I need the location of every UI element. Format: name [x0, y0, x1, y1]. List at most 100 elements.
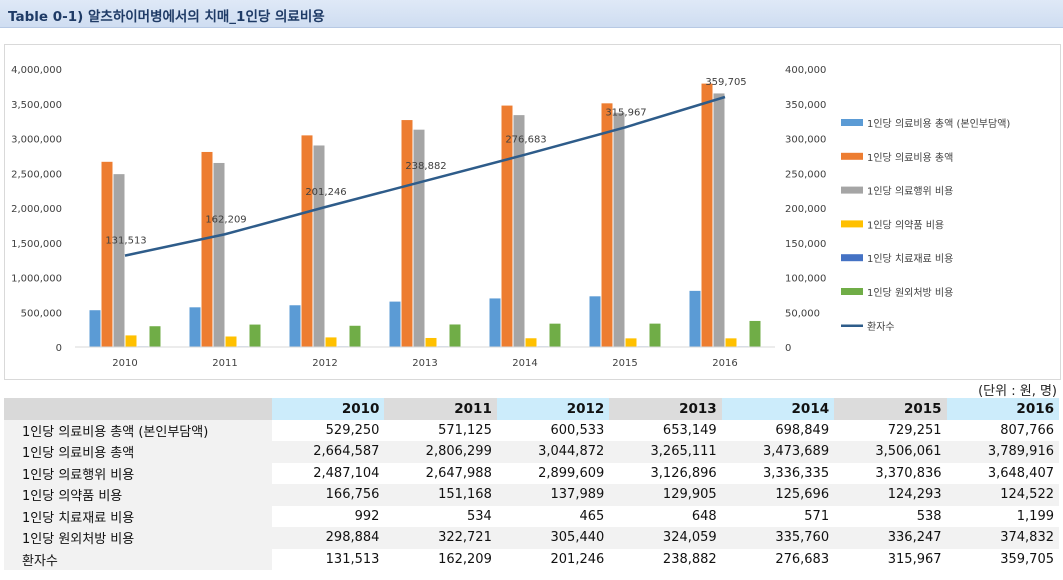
legend-label: 1인당 의료행위 비용 [867, 185, 953, 198]
table-header-row: 2010 2011 2012 2013 2014 2015 2016 [4, 398, 1059, 420]
x-tick-label: 2012 [312, 358, 337, 369]
bar [189, 307, 201, 347]
y-left-tick-label: 3,000,000 [11, 135, 62, 146]
table-row: 1인당 의료비용 총액 (본인부담액) 529,250 571,125 600,… [4, 419, 1059, 441]
bar [113, 174, 125, 347]
data-table: 2010 2011 2012 2013 2014 2015 2016 1인당 의… [4, 398, 1059, 570]
y-left-tick-label: 500,000 [21, 308, 62, 319]
table-cell: 238,882 [609, 548, 722, 570]
table-cell: 2,647,988 [384, 462, 497, 484]
table-cell: 151,168 [384, 484, 497, 506]
data-label: 276,683 [505, 135, 546, 146]
table-cell: 992 [272, 505, 385, 527]
bar [213, 162, 225, 347]
legend-label: 1인당 의약품 비용 [867, 219, 944, 231]
table-cell: 538 [834, 505, 947, 527]
page-title: Table 0-1) 알츠하이머병에서의 치매_1인당 의료비용 [8, 9, 325, 25]
table-cell: 3,336,335 [721, 462, 835, 484]
legend-label: 1인당 의료비용 총액 (본인부담액) [867, 118, 1010, 130]
bar [313, 145, 325, 347]
bar [749, 320, 761, 347]
bar [325, 337, 337, 347]
table-cell: 3,789,916 [946, 441, 1059, 463]
y-left-tick-label: 1,000,000 [11, 274, 62, 285]
legend-swatch [841, 220, 863, 228]
legend-swatch [841, 254, 863, 262]
table-cell: 305,440 [496, 527, 610, 549]
legend-swatch [841, 152, 863, 160]
bar [689, 290, 701, 347]
table-row: 1인당 의료비용 총액 2,664,587 2,806,299 3,044,87… [4, 441, 1059, 463]
table-cell: 166,756 [272, 484, 385, 506]
x-tick-label: 2010 [112, 358, 137, 369]
legend-swatch [841, 186, 863, 194]
table-row-label: 1인당 의료비용 총액 [4, 441, 272, 463]
legend-label: 1인당 치료재료 비용 [867, 253, 953, 265]
bar [625, 338, 637, 347]
legend-swatch [841, 288, 863, 295]
table-year-header: 2011 [384, 398, 497, 420]
table-row: 환자수 131,513 162,209 201,246 238,882 276,… [4, 548, 1059, 570]
title-bar: Table 0-1) 알츠하이머병에서의 치매_1인당 의료비용 [0, 0, 1063, 28]
bar [701, 83, 713, 348]
table-cell: 374,832 [946, 527, 1059, 549]
bar [249, 324, 261, 347]
y-left-tick-label: 0 [56, 343, 62, 354]
table-cell: 3,506,061 [834, 441, 947, 463]
table-year-header: 2010 [272, 398, 385, 420]
bar [649, 323, 661, 347]
y-right-tick-label: 250,000 [785, 169, 826, 180]
bar [201, 151, 213, 347]
y-left-tick-label: 2,000,000 [11, 204, 62, 215]
legend-swatch [841, 119, 863, 126]
table-cell: 3,044,872 [496, 441, 610, 463]
table-cell: 1,199 [946, 505, 1059, 527]
table-cell: 131,513 [272, 548, 385, 570]
table-year-header: 2012 [496, 398, 610, 420]
x-tick-label: 2016 [712, 358, 737, 369]
table-row-label: 1인당 의료비용 총액 (본인부담액) [4, 419, 272, 441]
data-label: 131,513 [105, 236, 146, 247]
bar [713, 93, 725, 347]
table-cell: 359,705 [946, 548, 1059, 570]
bar [149, 326, 161, 347]
combo-chart: 0 500,000 1,000,000 1,500,000 2,000,000 2,500… [11, 65, 1010, 369]
table-cell: 201,246 [496, 548, 610, 570]
y-left-tick-label: 1,500,000 [11, 239, 62, 250]
table-row: 1인당 원외처방 비용 298,884 322,721 305,440 324,… [4, 527, 1059, 549]
chart-area: 0 500,000 1,000,000 1,500,000 2,000,000 2,500… [4, 44, 1061, 380]
table-row-label: 환자수 [4, 548, 272, 570]
bar [449, 324, 461, 347]
x-tick-label: 2014 [512, 358, 537, 369]
table-cell: 600,533 [496, 419, 610, 441]
data-label: 201,246 [305, 187, 346, 198]
y-right-tick-label: 0 [785, 343, 791, 354]
table-row: 1인당 의약품 비용 166,756 151,168 137,989 129,9… [4, 484, 1059, 506]
bar [389, 301, 401, 347]
x-tick-label: 2011 [212, 358, 237, 369]
bar [589, 296, 601, 347]
table-cell: 2,487,104 [272, 462, 385, 484]
table-corner-cell [4, 398, 272, 420]
x-tick-label: 2013 [412, 358, 437, 369]
bar [401, 120, 413, 347]
table-row-label: 1인당 원외처방 비용 [4, 527, 272, 549]
bar [225, 336, 237, 347]
bar [601, 103, 613, 347]
bar [89, 310, 101, 347]
data-label: 238,882 [405, 161, 446, 172]
table-year-header: 2013 [609, 398, 722, 420]
table-cell: 335,760 [721, 527, 835, 549]
table-year-header: 2016 [946, 398, 1059, 420]
table-cell: 276,683 [721, 548, 835, 570]
table-cell: 729,251 [834, 419, 947, 441]
unit-note: (단위 : 원, 명) [978, 384, 1057, 399]
bar [489, 298, 501, 347]
bar [301, 135, 313, 347]
bar [549, 323, 561, 347]
table-cell: 653,149 [609, 419, 722, 441]
table-cell: 2,664,587 [272, 441, 385, 463]
table-cell: 3,265,111 [609, 441, 722, 463]
table-cell: 465 [496, 505, 610, 527]
y-right-tick-label: 400,000 [785, 65, 826, 76]
